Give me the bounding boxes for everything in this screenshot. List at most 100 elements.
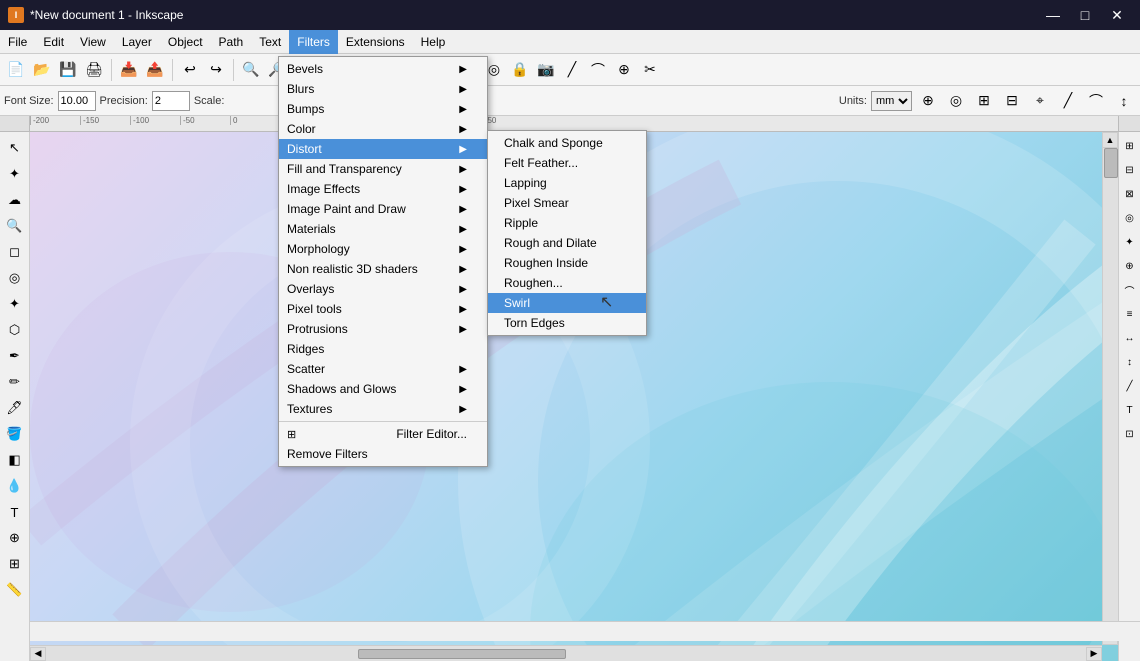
tool-node[interactable]: ✦ [3,162,27,186]
filters-overlays[interactable]: Overlays ▶ [279,279,487,299]
unit-tool3[interactable]: ⊞ [972,89,996,113]
distort-felt-feather[interactable]: Felt Feather... [488,153,646,173]
filters-scatter[interactable]: Scatter ▶ [279,359,487,379]
filters-morphology[interactable]: Morphology ▶ [279,239,487,259]
snap-opt9[interactable]: ↕ [1118,350,1140,374]
horizontal-scrollbar[interactable]: ◀ ▶ [30,645,1102,661]
snap-opt8[interactable]: ↔ [1118,326,1140,350]
export-button[interactable]: 📤 [143,58,167,82]
camera-button[interactable]: 📷 [534,58,558,82]
filters-distort[interactable]: Distort ▶ [279,139,487,159]
menu-text[interactable]: Text [251,30,289,54]
filter-editor[interactable]: ⊞ Filter Editor... [279,424,487,444]
lock-button[interactable]: 🔒 [508,58,532,82]
distort-ripple[interactable]: Ripple [488,213,646,233]
tool-measure[interactable]: 📏 [3,578,27,602]
tool-gradient[interactable]: ◧ [3,448,27,472]
tool-3d[interactable]: ⬡ [3,318,27,342]
filters-blurs[interactable]: Blurs ▶ [279,79,487,99]
snap-opt5[interactable]: ⊕ [1118,254,1140,278]
filters-image-paint[interactable]: Image Paint and Draw ▶ [279,199,487,219]
filters-fill-transparency[interactable]: Fill and Transparency ▶ [279,159,487,179]
line-button[interactable]: ╱ [560,58,584,82]
tool-rect[interactable]: ◻ [3,240,27,264]
distort-torn-edges[interactable]: Torn Edges [488,313,646,333]
undo-button[interactable]: ↩ [178,58,202,82]
minimize-button[interactable]: — [1038,0,1068,30]
menu-edit[interactable]: Edit [35,30,72,54]
remove-filters[interactable]: Remove Filters [279,444,487,464]
unit-tool5[interactable]: ⌖ [1028,89,1052,113]
curve-button[interactable]: ⌒ [586,58,610,82]
filters-image-effects[interactable]: Image Effects ▶ [279,179,487,199]
scroll-thumb-v[interactable] [1104,148,1118,178]
print-button[interactable]: 🖨 [82,58,106,82]
tool-connector[interactable]: ⊕ [3,526,27,550]
tool-pencil[interactable]: ✏ [3,370,27,394]
zoom-in-button[interactable]: 🔍 [239,58,263,82]
scroll-left-button[interactable]: ◀ [30,647,46,661]
vertical-scrollbar[interactable] [1102,132,1118,645]
filters-color[interactable]: Color ▶ [279,119,487,139]
redo-button[interactable]: ↪ [204,58,228,82]
snap-toggle[interactable]: ⊞ [1118,134,1140,158]
filters-bumps[interactable]: Bumps ▶ [279,99,487,119]
filters-materials[interactable]: Materials ▶ [279,219,487,239]
menu-extensions[interactable]: Extensions [338,30,413,54]
tool-dropper[interactable]: 💧 [3,474,27,498]
filters-ridges[interactable]: Ridges [279,339,487,359]
distort-roughen[interactable]: Roughen... [488,273,646,293]
unit-tool6[interactable]: ╱ [1056,89,1080,113]
precision-input[interactable] [152,91,190,111]
distort-lapping[interactable]: Lapping [488,173,646,193]
tool-spray[interactable]: ⊞ [3,552,27,576]
tool-select[interactable]: ↖ [3,136,27,160]
tool-tweak[interactable]: ☁ [3,188,27,212]
tool-pen[interactable]: ✒ [3,344,27,368]
snap-opt1[interactable]: ⊟ [1118,158,1140,182]
filters-textures[interactable]: Textures ▶ [279,399,487,419]
distort-roughen-inside[interactable]: Roughen Inside [488,253,646,273]
scroll-up-button[interactable]: ▲ [1102,132,1118,148]
snap-opt2[interactable]: ⊠ [1118,182,1140,206]
units-select[interactable]: mm px pt cm in [871,91,912,111]
snap-opt6[interactable]: ⌒ [1118,278,1140,302]
tool-star[interactable]: ✦ [3,292,27,316]
snap-opt10[interactable]: ╱ [1118,374,1140,398]
snap-opt4[interactable]: ✦ [1118,230,1140,254]
distort-swirl[interactable]: Swirl [488,293,646,313]
open-button[interactable]: 📂 [30,58,54,82]
unit-tool1[interactable]: ⊕ [916,89,940,113]
distort-rough-dilate[interactable]: Rough and Dilate [488,233,646,253]
close-button[interactable]: ✕ [1102,0,1132,30]
filters-shadows-glows[interactable]: Shadows and Glows ▶ [279,379,487,399]
filters-pixel-tools[interactable]: Pixel tools ▶ [279,299,487,319]
tool-calligraphy[interactable]: 🖊 [3,396,27,420]
tool-paint-bucket[interactable]: 🪣 [3,422,27,446]
snap-opt3[interactable]: ◎ [1118,206,1140,230]
tool-zoom[interactable]: 🔍 [3,214,27,238]
filters-non-realistic[interactable]: Non realistic 3D shaders ▶ [279,259,487,279]
unit-tool2[interactable]: ◎ [944,89,968,113]
measure-button[interactable]: ⊕ [612,58,636,82]
snap-opt11[interactable]: T [1118,398,1140,422]
snap-opt12[interactable]: ⊡ [1118,422,1140,446]
menu-help[interactable]: Help [413,30,454,54]
filters-protrusions[interactable]: Protrusions ▶ [279,319,487,339]
menu-view[interactable]: View [72,30,114,54]
tool-text[interactable]: T [3,500,27,524]
menu-file[interactable]: File [0,30,35,54]
unit-tool4[interactable]: ⊟ [1000,89,1024,113]
distort-pixel-smear[interactable]: Pixel Smear [488,193,646,213]
scissor-button[interactable]: ✂ [638,58,662,82]
font-size-input[interactable] [58,91,96,111]
menu-object[interactable]: Object [160,30,211,54]
menu-path[interactable]: Path [211,30,252,54]
unit-tool7[interactable]: ⌒ [1084,89,1108,113]
snap-opt7[interactable]: ≡ [1118,302,1140,326]
menu-filters[interactable]: Filters [289,30,338,54]
save-button[interactable]: 💾 [56,58,80,82]
import-button[interactable]: 📥 [117,58,141,82]
new-button[interactable]: 📄 [4,58,28,82]
tool-circle[interactable]: ◎ [3,266,27,290]
